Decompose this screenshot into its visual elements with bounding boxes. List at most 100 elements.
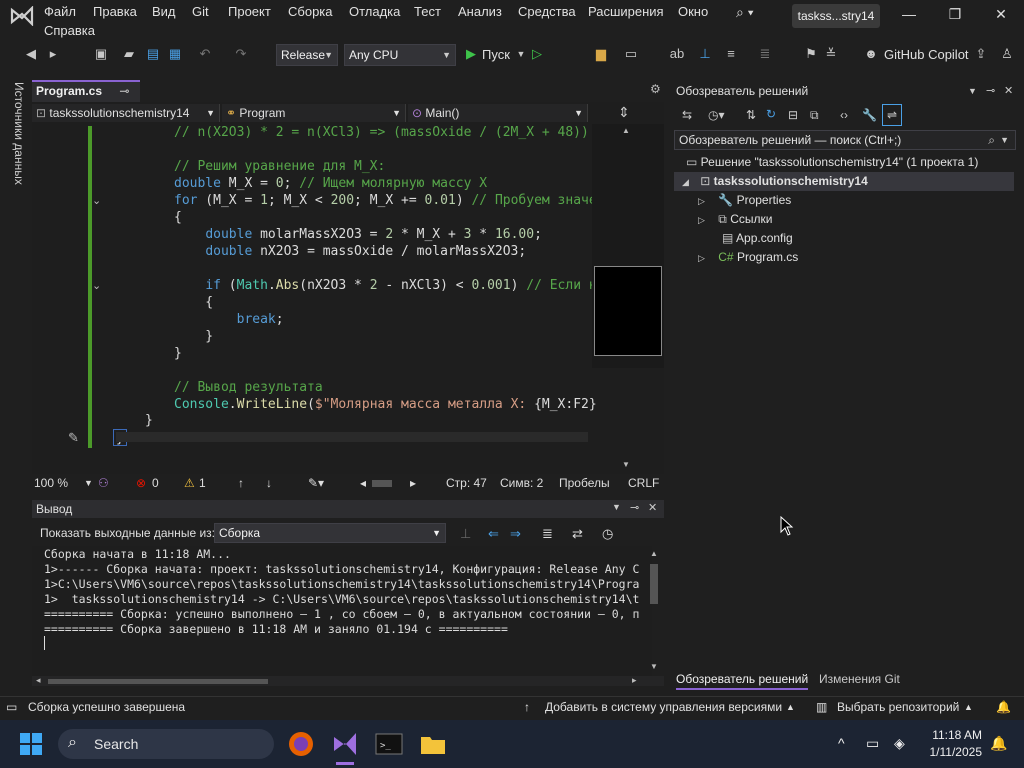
scroll-down-icon[interactable]: ▼	[622, 460, 630, 469]
notification-center-icon[interactable]: 🔔	[990, 735, 1007, 752]
select-repository-button[interactable]: Выбрать репозиторий	[837, 700, 959, 714]
output-scroll-thumb[interactable]	[650, 564, 658, 604]
word-wrap-icon[interactable]: ⇄	[572, 526, 583, 542]
collapse-icon[interactable]: ⌄	[92, 194, 101, 207]
save-all-icon[interactable]: ▦	[166, 44, 184, 64]
cleanup-icon[interactable]: ✎▾	[308, 474, 324, 492]
new-item-icon[interactable]: ▣	[92, 44, 110, 64]
platform-select[interactable]: Any CPU ▼	[344, 44, 456, 66]
output-dropdown-icon[interactable]: ▼	[612, 502, 621, 512]
tree-item-properties[interactable]: ▷ 🔧 Properties	[698, 191, 791, 210]
show-all-files-icon[interactable]: ⧉	[810, 108, 819, 123]
tree-item-program-cs[interactable]: ▷ C# Program.cs	[698, 248, 798, 267]
clock-date[interactable]: 1/11/2025	[924, 745, 983, 759]
menu-tools[interactable]: Средства	[518, 4, 576, 19]
menu-help[interactable]: Справка	[44, 23, 95, 38]
up-arrow-icon[interactable]: ▲	[786, 702, 795, 712]
editor-horizontal-scrollbar[interactable]	[116, 432, 588, 442]
start-icon[interactable]: ▶	[462, 44, 480, 64]
bookmark-icon[interactable]: ⚑	[802, 44, 820, 64]
solution-title-badge[interactable]: taskss...stry14	[792, 4, 880, 28]
save-icon[interactable]: ▤	[144, 44, 162, 64]
minimize-icon[interactable]: —	[898, 6, 920, 24]
minimap-viewport[interactable]	[594, 266, 662, 356]
copilot-icon[interactable]: ☻	[862, 44, 880, 64]
tab-settings-icon[interactable]: ⚙	[650, 82, 661, 96]
collapsed-icon[interactable]: ▷	[698, 215, 705, 225]
tree-solution[interactable]: ▭ Решение "taskssolutionschemistry14" (1…	[686, 153, 978, 172]
collapsed-icon[interactable]: ▷	[698, 253, 705, 263]
editor-hscroll-thumb[interactable]	[372, 480, 392, 487]
collapse-icon[interactable]: ⌄	[92, 279, 101, 292]
align-icon[interactable]: ≡	[722, 44, 740, 64]
scroll-up-icon[interactable]: ▲	[622, 126, 630, 135]
menu-test[interactable]: Тест	[414, 4, 441, 19]
expanded-icon[interactable]: ◢	[682, 177, 689, 187]
add-source-control-button[interactable]: Добавить в систему управления версиями	[545, 700, 782, 714]
whitespace-indicator[interactable]: Пробелы	[559, 474, 610, 492]
output-scroll-right-icon[interactable]: ▸	[632, 675, 637, 686]
menu-file[interactable]: Файл	[44, 4, 76, 19]
zoom-dropdown-icon[interactable]: ▼	[84, 474, 93, 492]
menu-window[interactable]: Окно	[678, 4, 708, 19]
menu-view[interactable]: Вид	[152, 4, 176, 19]
properties-icon[interactable]: 🔧	[862, 108, 877, 122]
next-message-icon[interactable]: ⇒	[510, 526, 521, 542]
preview-icon[interactable]: ⇌	[882, 104, 902, 126]
share-icon[interactable]: ⇪	[972, 44, 990, 64]
zoom-level[interactable]: 100 %	[34, 474, 68, 492]
browse-icon[interactable]: ▆	[592, 44, 610, 64]
line-indicator[interactable]: Стр: 47	[446, 474, 487, 492]
back-icon[interactable]: ◀	[22, 44, 40, 64]
taskbar-search[interactable]	[58, 729, 274, 759]
redo-icon[interactable]: ↷	[232, 44, 250, 64]
timestamp-icon[interactable]: ◷	[602, 526, 613, 542]
comment-icon[interactable]: ≣	[756, 44, 774, 64]
se-dropdown-icon[interactable]: ▼	[968, 86, 977, 96]
data-sources-tab[interactable]: Источники данных	[4, 82, 26, 185]
tree-item-references[interactable]: ▷ ⧉ Ссылки	[698, 210, 772, 229]
output-scroll-up-icon[interactable]: ▲	[650, 549, 658, 558]
file-explorer-icon[interactable]	[418, 729, 448, 759]
repository-icon[interactable]: ▥	[816, 700, 827, 714]
se-close-icon[interactable]: ✕	[1004, 84, 1013, 97]
visual-studio-app-icon[interactable]	[330, 729, 360, 759]
nav-member-select[interactable]: ⊙ Main() ▼	[408, 104, 588, 122]
output-scroll-down-icon[interactable]: ▼	[650, 662, 658, 671]
solution-search-input[interactable]: Обозреватель решений — поиск (Ctrl+;) ⌕ …	[674, 130, 1016, 150]
warning-count[interactable]: 1	[199, 474, 206, 492]
maximize-icon[interactable]: ❐	[944, 6, 966, 24]
start-button[interactable]: Пуск	[482, 47, 510, 62]
clear-all-icon[interactable]: ≣	[542, 526, 553, 542]
search-icon[interactable]: ⌕	[988, 131, 995, 149]
prev-issue-icon[interactable]: ↑	[238, 474, 244, 492]
admin-icon[interactable]: ♙	[998, 44, 1016, 64]
tree-project[interactable]: ◢ ⊡ taskssolutionschemistry14	[674, 172, 1014, 191]
output-pin-icon[interactable]: ⊸	[630, 501, 639, 514]
search-options-icon[interactable]: ▼	[1000, 131, 1009, 149]
tab-git-changes[interactable]: Изменения Git	[819, 672, 900, 686]
next-issue-icon[interactable]: ↓	[266, 474, 272, 492]
pending-changes-icon[interactable]: ◷▾	[708, 108, 725, 122]
network-icon[interactable]: ▭	[866, 735, 879, 752]
tree-item-app-config[interactable]: ▤ App.config	[722, 229, 793, 248]
column-indicator[interactable]: Симв: 2	[500, 474, 543, 492]
spell-icon[interactable]: ab	[668, 44, 686, 64]
refresh-icon[interactable]: ↻	[766, 107, 776, 121]
clock-time[interactable]: 11:18 AM	[930, 728, 982, 742]
firefox-icon[interactable]	[286, 729, 316, 759]
search-icon[interactable]: ⌕ ▾	[736, 4, 754, 21]
line-ending-indicator[interactable]: CRLF	[628, 474, 659, 492]
view-code-icon[interactable]: ‹›	[840, 108, 848, 122]
sync-icon[interactable]: ⇅	[746, 108, 756, 122]
terminal-icon[interactable]: >_	[374, 729, 404, 759]
scroll-right-icon[interactable]: ▸	[410, 474, 416, 492]
collapsed-icon[interactable]: ▷	[698, 196, 705, 206]
pin-icon[interactable]: ⊸	[119, 84, 129, 98]
split-editor-icon[interactable]: ⇕	[618, 104, 630, 121]
collapse-all-icon[interactable]: ⊟	[788, 108, 798, 122]
brush-icon[interactable]: ✎	[68, 430, 79, 446]
windows-start-icon[interactable]	[20, 733, 42, 755]
prev-message-icon[interactable]: ⇐	[488, 526, 499, 542]
nav-class-select[interactable]: ⚭ Program ▼	[222, 104, 406, 122]
